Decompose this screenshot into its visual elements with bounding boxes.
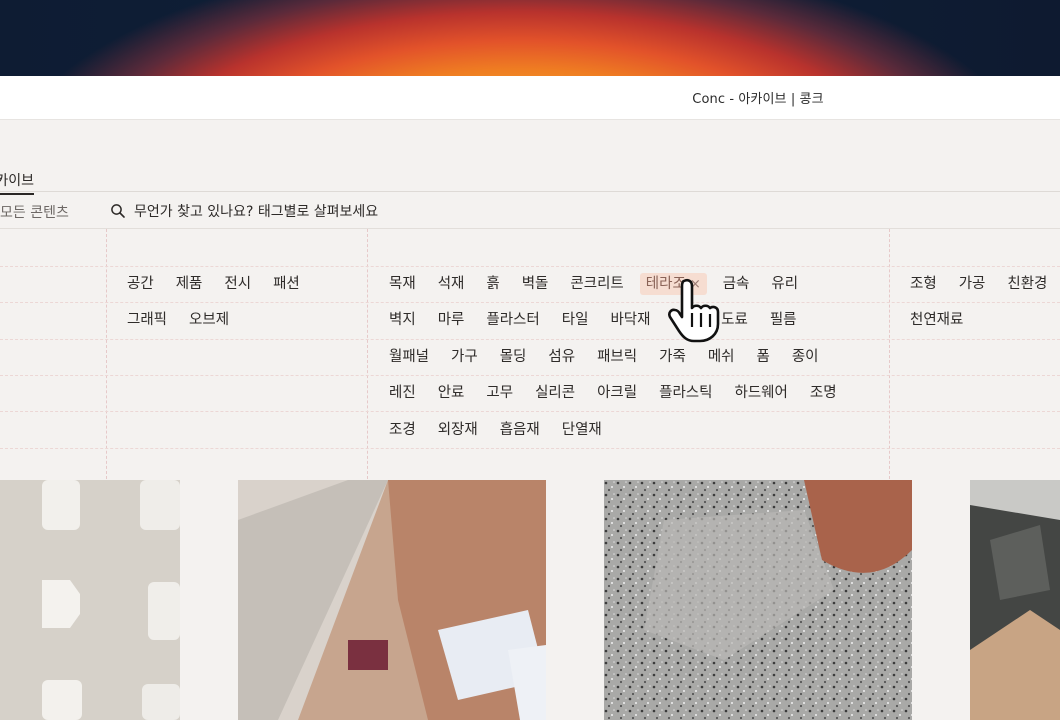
tag-item[interactable]: 안료 xyxy=(438,382,465,404)
property-tag-row: 조형 가공 친환경 xyxy=(910,273,1060,295)
tag-item[interactable]: 패브릭 xyxy=(597,346,637,368)
tag-item[interactable]: 섬유 xyxy=(548,346,575,368)
category-tag-row: 그래픽 오브제 xyxy=(127,309,251,331)
tag-item[interactable]: 폼 xyxy=(757,346,770,368)
tag-item[interactable]: 필름 xyxy=(770,309,797,331)
tag-item[interactable]: 흡음재 xyxy=(500,419,540,441)
tag-item[interactable]: 외장재 xyxy=(438,419,478,441)
tag-item[interactable]: 마루 xyxy=(438,309,465,331)
row-divider xyxy=(0,266,1060,267)
tag-item[interactable]: 조경 xyxy=(389,419,416,441)
tag-item-active[interactable]: 테라조 × xyxy=(639,273,707,295)
material-tag-row: 월패널 가구 몰딩 섬유 패브릭 가죽 메쉬 폼 종이 xyxy=(389,346,841,368)
tag-item[interactable]: 가공 xyxy=(959,273,986,295)
property-tag-row: 천연재료 xyxy=(910,309,985,331)
material-tag-row: 목재 석재 흙 벽돌 콘크리트 테라조 × 금속 유리 xyxy=(389,273,820,295)
tag-item[interactable]: 조형 xyxy=(910,273,937,295)
tag-item[interactable]: 금속 xyxy=(723,273,750,295)
tag-item[interactable]: 바닥재 xyxy=(610,309,650,331)
tag-item[interactable]: 타일 xyxy=(562,309,589,331)
tag-item[interactable]: 메쉬 xyxy=(708,346,735,368)
tab-divider xyxy=(0,191,1060,192)
close-icon[interactable]: × xyxy=(690,277,701,292)
tag-item[interactable]: 콘크리트 xyxy=(570,273,623,295)
row-divider xyxy=(0,339,1060,340)
tag-item[interactable]: 목재 xyxy=(389,273,416,295)
perforated-panel-photo xyxy=(0,480,180,720)
tag-item[interactable]: 흙 xyxy=(486,273,499,295)
row-divider xyxy=(0,375,1060,376)
photo-card[interactable] xyxy=(604,480,912,720)
tag-filter-panel: 공간 제품 전시 패션 그래픽 오브제 목재 석재 흙 벽돌 콘크리트 테라조 ×… xyxy=(0,229,1060,479)
tag-item[interactable]: 유리 xyxy=(771,273,798,295)
tag-item[interactable]: 하드웨어 xyxy=(735,382,788,404)
tag-item[interactable]: 친환경 xyxy=(1007,273,1047,295)
tag-item[interactable]: 천연재료 xyxy=(910,309,963,331)
tag-item[interactable]: 도료 xyxy=(721,309,748,331)
photo-card[interactable] xyxy=(970,480,1060,720)
tag-item[interactable]: 플라스틱 xyxy=(659,382,712,404)
photo-card[interactable] xyxy=(0,480,180,720)
tag-item[interactable]: 플라스터 xyxy=(486,309,539,331)
tag-search[interactable]: 무언가 찾고 있나요? 태그별로 살펴보세요 xyxy=(110,200,378,222)
tag-item[interactable]: 종이 xyxy=(792,346,819,368)
tag-item[interactable]: 가죽 xyxy=(659,346,686,368)
row-divider xyxy=(0,411,1060,412)
material-tag-row: 레진 안료 고무 실리콘 아크릴 플라스틱 하드웨어 조명 xyxy=(389,382,859,404)
acrylic-shelf-with-notes-photo xyxy=(238,480,546,720)
all-contents-filter[interactable]: 모든 콘텐츠 xyxy=(0,202,78,222)
tag-item[interactable]: 패션 xyxy=(273,273,300,295)
archive-photo-grid xyxy=(0,480,1060,720)
tag-item[interactable]: 가구 xyxy=(451,346,478,368)
archive-page: 아카이브 모든 콘텐츠 무언가 찾고 있나요? 태그별로 살펴보세요 공간 제품… xyxy=(0,120,1060,720)
tag-item[interactable]: 그래픽 xyxy=(127,309,167,331)
tag-item[interactable]: 전시 xyxy=(224,273,251,295)
photo-card[interactable] xyxy=(238,480,546,720)
desktop-wallpaper xyxy=(0,0,1060,76)
dark-stone-photo xyxy=(970,480,1060,720)
material-tag-row: 벽지 마루 플라스터 타일 바닥재 도장 도료 필름 xyxy=(389,309,819,331)
tag-item[interactable]: 단열재 xyxy=(562,419,602,441)
tag-item[interactable]: 벽돌 xyxy=(522,273,549,295)
tag-item[interactable]: 몰딩 xyxy=(500,346,527,368)
material-tag-row: 조경 외장재 흡음재 단열재 xyxy=(389,419,624,441)
tag-item[interactable]: 오브제 xyxy=(189,309,229,331)
tag-item[interactable]: 조명 xyxy=(810,382,837,404)
window-title: Conc - 아카이브 | 콩크 xyxy=(692,92,824,107)
terrazzo-floor-photo xyxy=(604,480,912,720)
tag-item[interactable]: 월패널 xyxy=(389,346,429,368)
active-tag-label: 테라조 xyxy=(645,276,686,292)
tag-item[interactable]: 아크릴 xyxy=(597,382,637,404)
tag-item[interactable]: 벽지 xyxy=(389,309,416,331)
tag-item[interactable]: 레진 xyxy=(389,382,416,404)
tag-item[interactable]: 실리콘 xyxy=(535,382,575,404)
browser-title-bar: Conc - 아카이브 | 콩크 xyxy=(0,76,1060,120)
search-placeholder: 무언가 찾고 있나요? 태그별로 살펴보세요 xyxy=(134,204,379,220)
search-icon xyxy=(111,204,125,218)
tag-item[interactable]: 공간 xyxy=(127,273,154,295)
tag-item[interactable]: 도장 xyxy=(672,309,699,331)
tag-item[interactable]: 고무 xyxy=(486,382,513,404)
row-divider xyxy=(0,302,1060,303)
category-tag-row: 공간 제품 전시 패션 xyxy=(127,273,322,295)
row-divider xyxy=(0,448,1060,449)
tag-item[interactable]: 석재 xyxy=(438,273,465,295)
tag-item[interactable]: 제품 xyxy=(176,273,203,295)
